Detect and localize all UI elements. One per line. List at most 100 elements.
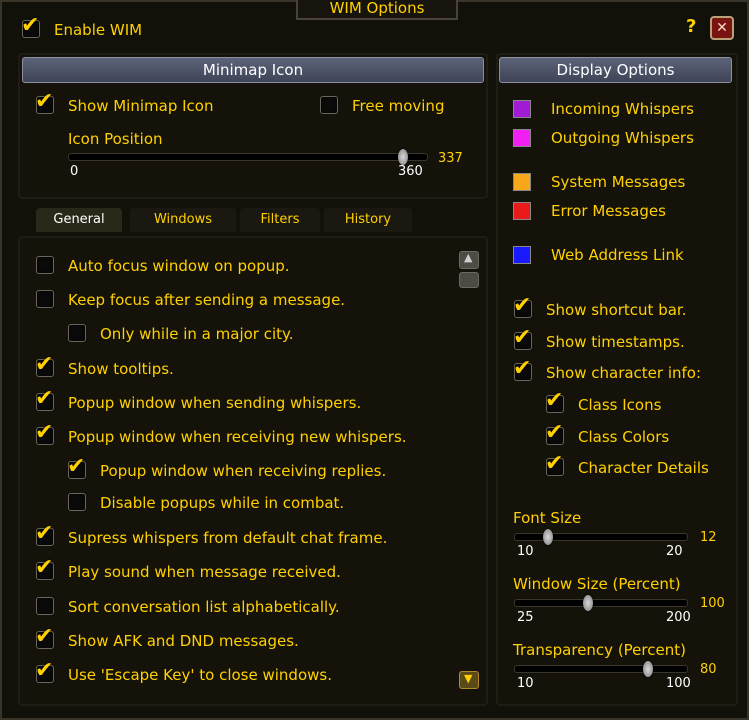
option-show-tooltips-checkbox[interactable]: ✔ xyxy=(35,353,54,377)
check-icon: ✔ xyxy=(545,388,564,413)
scroll-down-icon: ▼ xyxy=(464,672,473,685)
enable-wim-label: Enable WIM xyxy=(54,21,143,39)
option-play-sound-when-message-received-label: Play sound when message received. xyxy=(68,563,341,581)
tab-history[interactable]: History xyxy=(324,208,412,232)
check-icon: ✔ xyxy=(35,386,54,411)
check-icon: ✔ xyxy=(35,420,54,445)
wim-options-window: WIM Options ✔ Enable WIM ? ✕ Minimap Ico… xyxy=(0,0,749,720)
option-play-sound-when-message-received-checkbox[interactable]: ✔ xyxy=(35,556,54,580)
enable-wim-checkbox[interactable]: ✔ xyxy=(21,14,40,38)
option-popup-window-when-receiving-replies-label: Popup window when receiving replies. xyxy=(100,462,387,480)
option-disable-popups-while-in-combat-label: Disable popups while in combat. xyxy=(100,494,345,512)
window-size-percent-slider-thumb[interactable] xyxy=(582,595,593,611)
option-sort-conversation-list-alphabetically-checkbox[interactable] xyxy=(36,597,54,615)
option-popup-window-when-sending-whispers-checkbox[interactable]: ✔ xyxy=(35,387,54,411)
window-size-percent-value: 100 xyxy=(700,596,725,611)
transparency-percent-slider-thumb[interactable] xyxy=(642,661,653,677)
check-icon: ✔ xyxy=(67,454,86,479)
check-icon: ✔ xyxy=(545,451,564,476)
outgoing-whispers-color-swatch[interactable] xyxy=(513,129,531,147)
option-popup-window-when-receiving-replies-checkbox[interactable]: ✔ xyxy=(67,455,86,479)
display-class-colors-label: Class Colors xyxy=(578,428,670,446)
check-icon: ✔ xyxy=(35,555,54,580)
error-messages-label: Error Messages xyxy=(551,202,666,220)
option-use-escape-key-to-close-windows-label: Use 'Escape Key' to close windows. xyxy=(68,666,332,684)
scroll-thumb[interactable] xyxy=(459,272,479,288)
tab-filters[interactable]: Filters xyxy=(240,208,320,232)
option-keep-focus-after-sending-a-message-label: Keep focus after sending a message. xyxy=(68,291,346,309)
display-show-timestamps-label: Show timestamps. xyxy=(546,333,685,351)
scroll-up-icon: ▲ xyxy=(464,251,473,264)
check-icon: ✔ xyxy=(35,658,54,683)
icon-position-slider[interactable] xyxy=(68,153,428,161)
option-only-while-in-a-major-city-label: Only while in a major city. xyxy=(100,325,294,343)
option-disable-popups-while-in-combat-checkbox[interactable] xyxy=(68,493,86,511)
incoming-whispers-label: Incoming Whispers xyxy=(551,100,694,118)
tab-windows[interactable]: Windows xyxy=(130,208,236,232)
check-icon: ✔ xyxy=(513,325,532,350)
display-show-character-info-checkbox[interactable]: ✔ xyxy=(513,357,532,381)
display-class-colors-checkbox[interactable]: ✔ xyxy=(545,421,564,445)
transparency-percent-value: 80 xyxy=(700,662,717,677)
show-minimap-icon-checkbox[interactable]: ✔ xyxy=(35,90,54,114)
icon-position-value: 337 xyxy=(438,151,463,166)
display-show-timestamps-checkbox[interactable]: ✔ xyxy=(513,326,532,350)
window-size-percent-label: Window Size (Percent) xyxy=(513,575,681,593)
option-only-while-in-a-major-city-checkbox[interactable] xyxy=(68,324,86,342)
check-icon: ✔ xyxy=(35,352,54,377)
check-icon: ✔ xyxy=(35,521,54,546)
check-icon: ✔ xyxy=(21,13,40,38)
outgoing-whispers-label: Outgoing Whispers xyxy=(551,129,694,147)
free-moving-checkbox[interactable] xyxy=(320,96,338,114)
font-size-max: 20 xyxy=(666,544,683,559)
transparency-percent-max: 100 xyxy=(666,676,691,691)
window-title[interactable]: WIM Options xyxy=(296,0,458,20)
display-class-icons-label: Class Icons xyxy=(578,396,662,414)
transparency-percent-min: 10 xyxy=(517,676,534,691)
icon-position-label: Icon Position xyxy=(68,130,163,148)
option-show-tooltips-label: Show tooltips. xyxy=(68,360,174,378)
option-supress-whispers-from-default-chat-frame-checkbox[interactable]: ✔ xyxy=(35,522,54,546)
web-address-link-label: Web Address Link xyxy=(551,246,684,264)
option-auto-focus-window-on-popup-checkbox[interactable] xyxy=(36,256,54,274)
icon-position-max: 360 xyxy=(398,164,423,179)
option-show-afk-and-dnd-messages-checkbox[interactable]: ✔ xyxy=(35,625,54,649)
option-sort-conversation-list-alphabetically-label: Sort conversation list alphabetically. xyxy=(68,598,340,616)
display-show-shortcut-bar-label: Show shortcut bar. xyxy=(546,301,687,319)
font-size-value: 12 xyxy=(700,530,717,545)
show-minimap-icon-label: Show Minimap Icon xyxy=(68,97,214,115)
display-class-icons-checkbox[interactable]: ✔ xyxy=(545,389,564,413)
window-size-percent-min: 25 xyxy=(517,610,534,625)
scroll-up-button[interactable]: ▲ xyxy=(459,251,479,269)
web-address-link-color-swatch[interactable] xyxy=(513,246,531,264)
help-icon[interactable]: ? xyxy=(686,16,696,37)
window-size-percent-max: 200 xyxy=(666,610,691,625)
tab-general[interactable]: General xyxy=(36,208,122,232)
option-popup-window-when-receiving-new-whispers-checkbox[interactable]: ✔ xyxy=(35,421,54,445)
check-icon: ✔ xyxy=(35,624,54,649)
transparency-percent-slider[interactable] xyxy=(514,665,688,673)
option-popup-window-when-sending-whispers-label: Popup window when sending whispers. xyxy=(68,394,362,412)
option-auto-focus-window-on-popup-label: Auto focus window on popup. xyxy=(68,257,290,275)
option-use-escape-key-to-close-windows-checkbox[interactable]: ✔ xyxy=(35,659,54,683)
system-messages-label: System Messages xyxy=(551,173,686,191)
minimap-icon-header: Minimap Icon xyxy=(22,57,484,83)
font-size-min: 10 xyxy=(517,544,534,559)
check-icon: ✔ xyxy=(35,89,54,114)
font-size-slider[interactable] xyxy=(514,533,688,541)
free-moving-label: Free moving xyxy=(352,97,445,115)
scroll-down-button[interactable]: ▼ xyxy=(459,671,479,689)
check-icon: ✔ xyxy=(513,293,532,318)
check-icon: ✔ xyxy=(545,420,564,445)
close-button[interactable]: ✕ xyxy=(710,16,734,40)
incoming-whispers-color-swatch[interactable] xyxy=(513,100,531,118)
option-show-afk-and-dnd-messages-label: Show AFK and DND messages. xyxy=(68,632,299,650)
window-size-percent-slider[interactable] xyxy=(514,599,688,607)
display-show-shortcut-bar-checkbox[interactable]: ✔ xyxy=(513,294,532,318)
option-keep-focus-after-sending-a-message-checkbox[interactable] xyxy=(36,290,54,308)
system-messages-color-swatch[interactable] xyxy=(513,173,531,191)
display-character-details-checkbox[interactable]: ✔ xyxy=(545,452,564,476)
option-supress-whispers-from-default-chat-frame-label: Supress whispers from default chat frame… xyxy=(68,529,388,547)
error-messages-color-swatch[interactable] xyxy=(513,202,531,220)
font-size-label: Font Size xyxy=(513,509,582,527)
